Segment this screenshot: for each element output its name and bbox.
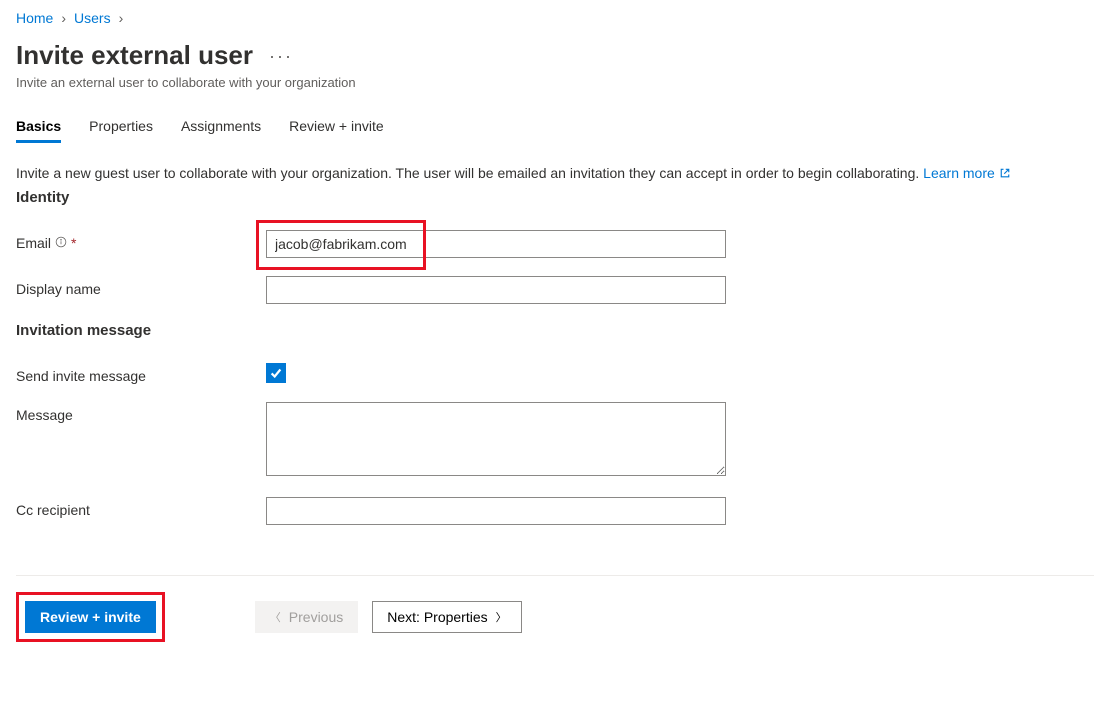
section-invitation: Invitation message xyxy=(16,322,1094,339)
review-invite-button[interactable]: Review + invite xyxy=(25,601,156,633)
label-cc: Cc recipient xyxy=(16,502,90,518)
intro-text: Invite a new guest user to collaborate w… xyxy=(16,165,1094,181)
required-indicator: * xyxy=(71,235,76,251)
next-button[interactable]: Next: Properties 〉 xyxy=(372,601,521,633)
send-invite-checkbox[interactable] xyxy=(266,363,286,383)
label-send-invite: Send invite message xyxy=(16,368,146,384)
message-field[interactable] xyxy=(266,402,726,476)
email-field[interactable] xyxy=(266,230,726,258)
tabs: Basics Properties Assignments Review + i… xyxy=(16,118,1094,143)
highlight-box: Review + invite xyxy=(16,592,165,642)
chevron-right-icon: › xyxy=(119,10,124,26)
learn-more-link[interactable]: Learn more xyxy=(923,165,1011,181)
label-email: Email xyxy=(16,235,51,251)
tab-assignments[interactable]: Assignments xyxy=(181,118,261,143)
more-actions-button[interactable]: ··· xyxy=(269,50,293,62)
previous-button: 〈 Previous xyxy=(255,601,358,633)
breadcrumb: Home › Users › xyxy=(16,10,1094,26)
page-subtitle: Invite an external user to collaborate w… xyxy=(16,75,1094,90)
tab-basics[interactable]: Basics xyxy=(16,118,61,143)
info-icon[interactable] xyxy=(55,235,67,251)
chevron-right-icon: 〉 xyxy=(496,609,507,625)
page-title: Invite external user xyxy=(16,40,253,71)
external-link-icon xyxy=(999,167,1011,179)
label-display-name: Display name xyxy=(16,281,101,297)
divider xyxy=(16,575,1094,576)
cc-field[interactable] xyxy=(266,497,726,525)
label-message: Message xyxy=(16,407,73,423)
tab-review[interactable]: Review + invite xyxy=(289,118,384,143)
check-icon xyxy=(269,366,283,380)
breadcrumb-users[interactable]: Users xyxy=(74,10,111,26)
chevron-right-icon: › xyxy=(61,10,66,26)
tab-properties[interactable]: Properties xyxy=(89,118,153,143)
display-name-field[interactable] xyxy=(266,276,726,304)
chevron-left-icon: 〈 xyxy=(270,609,281,625)
section-identity: Identity xyxy=(16,189,1094,206)
breadcrumb-home[interactable]: Home xyxy=(16,10,53,26)
